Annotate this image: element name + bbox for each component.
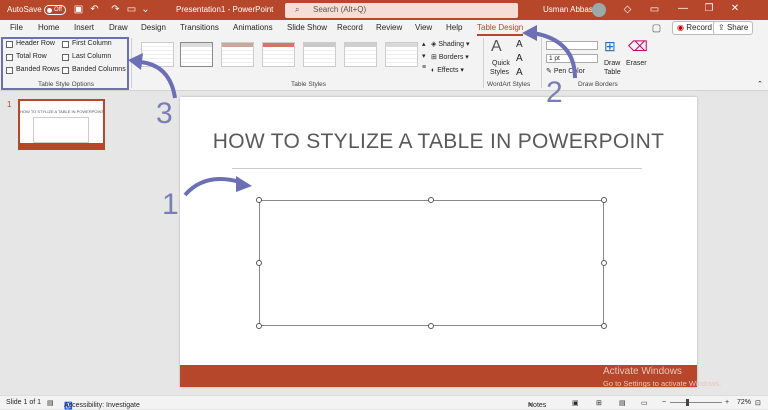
annotation-number-1: 1 [162,188,179,221]
annotation-arrow-2 [532,31,577,79]
annotation-arrows [128,25,577,197]
annotation-arrowhead-3 [128,53,143,70]
annotation-arrowhead-2 [522,25,537,41]
annotation-number-2: 2 [546,76,563,109]
annotation-arrow-1 [183,177,241,197]
annotation-number-3: 3 [156,97,173,130]
annotation-arrow-3 [139,60,177,99]
annotation-arrowhead-1 [236,176,252,192]
